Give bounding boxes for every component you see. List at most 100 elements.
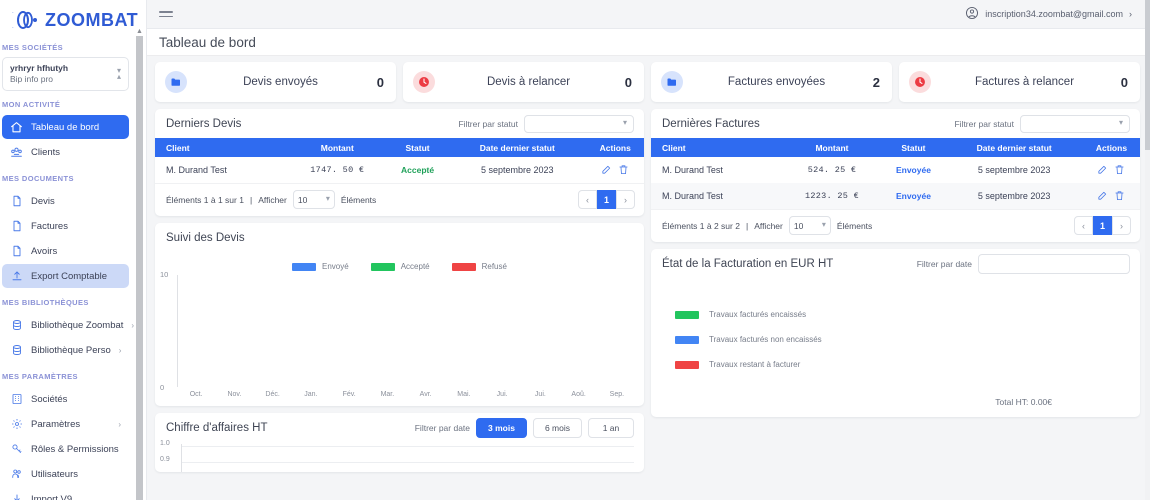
- cell-statut: Accepté: [387, 157, 448, 183]
- devis-status-select[interactable]: ▾: [524, 114, 634, 133]
- y-tick-min: 0: [160, 383, 165, 392]
- account-menu[interactable]: inscription34.zoombat@gmail.com ›: [965, 6, 1132, 22]
- col-statut: Statut: [387, 138, 449, 157]
- sidebar-item-clients[interactable]: Clients: [2, 140, 129, 164]
- range-6-mois[interactable]: 6 mois: [532, 417, 582, 438]
- legend-item-accepte[interactable]: Accepté: [370, 262, 430, 271]
- edit-icon[interactable]: [1097, 190, 1108, 203]
- devis-table: Client Montant Statut Date dernier statu…: [155, 138, 644, 183]
- x-tick: Sep.: [609, 391, 625, 398]
- delete-icon[interactable]: [1114, 190, 1125, 203]
- app-root: ZOOMBAT MES SOCIÉTÉS yrhryr hfhutyh Bip …: [0, 0, 1150, 500]
- upload-icon: [10, 270, 23, 283]
- gridline: [182, 462, 634, 463]
- sidebar-item-label: Bibliothèque Perso: [31, 344, 111, 356]
- filter-label: Filtrer par date: [414, 422, 471, 433]
- delete-icon[interactable]: [618, 164, 629, 177]
- legend-item-refuse[interactable]: Refusé: [451, 262, 507, 271]
- stat-card-factures-a-relancer[interactable]: Factures à relancer 0: [899, 62, 1140, 102]
- y-tick-max: 10: [160, 270, 169, 279]
- clock-icon: [909, 71, 931, 93]
- panel-derniers-devis: Derniers Devis Filtrer par statut ▾ Clie…: [155, 109, 644, 216]
- stat-card-devis-a-relancer[interactable]: Devis à relancer 0: [403, 62, 644, 102]
- x-tick: Mar.: [380, 391, 395, 398]
- table-row[interactable]: M. Durand Test 1747. 50 € Accepté 5 sept…: [155, 157, 644, 183]
- delete-icon[interactable]: [1114, 164, 1125, 177]
- devis-pager: Éléments 1 à 1 sur 1 | Afficher 10 ▾ Élé…: [155, 183, 644, 216]
- legend-item-non-encaisses[interactable]: Travaux facturés non encaissés: [675, 335, 1140, 344]
- pager-prev-button[interactable]: ‹: [1074, 216, 1093, 235]
- main-scrollbar[interactable]: [1145, 0, 1150, 500]
- legend-item-restant[interactable]: Travaux restant à facturer: [675, 360, 1140, 369]
- pager-next-button[interactable]: ›: [616, 190, 635, 209]
- range-3-mois[interactable]: 3 mois: [476, 417, 527, 438]
- col-date: Date dernier statut: [945, 138, 1083, 157]
- account-email: inscription34.zoombat@gmail.com: [985, 9, 1123, 19]
- table-row[interactable]: M. Durand Test 1223. 25 € Envoyée 5 sept…: [651, 183, 1140, 209]
- legend-item-encaisses[interactable]: Travaux facturés encaissés: [675, 310, 1140, 319]
- dashboard-content: Devis envoyés 0 Devis à relancer 0 Factu…: [147, 56, 1150, 472]
- x-tick: Mai.: [457, 391, 471, 398]
- sidebar-scrollbar[interactable]: ▲: [136, 28, 143, 500]
- scroll-up-icon[interactable]: ▲: [136, 28, 143, 35]
- pager-prev-button[interactable]: ‹: [578, 190, 597, 209]
- chevron-right-icon: ›: [118, 419, 121, 429]
- stat-card-factures-envoyees[interactable]: Factures envoyées 2: [651, 62, 892, 102]
- status-badge: Accepté: [401, 165, 435, 175]
- table-row[interactable]: M. Durand Test 524. 25 € Envoyée 5 septe…: [651, 157, 1140, 183]
- chart-legend: Envoyé Accepté Refusé: [155, 252, 644, 275]
- sidebar-item-export-comptable[interactable]: Export Comptable: [2, 264, 129, 288]
- stat-card-devis-envoyes[interactable]: Devis envoyés 0: [155, 62, 396, 102]
- sidebar-item-avoirs[interactable]: Avoirs: [2, 239, 129, 263]
- page-size-select[interactable]: 10 ▾: [292, 190, 335, 209]
- edit-icon[interactable]: [601, 164, 612, 177]
- sidebar-item-bibliotheque-perso[interactable]: Bibliothèque Perso ›: [2, 338, 129, 362]
- panel-etat-facturation: État de la Facturation en EUR HT Filtrer…: [651, 249, 1140, 417]
- cell-client: M. Durand Test: [662, 191, 723, 201]
- sidebar-item-societes[interactable]: Sociétés: [2, 387, 129, 411]
- cell-montant: 524. 25 €: [807, 165, 857, 175]
- chevron-right-icon: ›: [131, 320, 135, 330]
- chevron-updown-icon: ▾: [325, 194, 330, 204]
- page-size-select[interactable]: 10 ▾: [788, 216, 831, 235]
- pager-next-button[interactable]: ›: [1112, 216, 1131, 235]
- panel-suivi-des-devis: Suivi des Devis Envoyé Accepté Refusé 10…: [155, 223, 644, 406]
- legend-label: Travaux restant à facturer: [709, 360, 801, 369]
- sidebar-item-parametres[interactable]: Paramètres ›: [2, 412, 129, 436]
- sidebar-item-label: Utilisateurs: [31, 468, 78, 480]
- legend-item-envoye[interactable]: Envoyé: [292, 262, 349, 271]
- main-area: inscription34.zoombat@gmail.com › Tablea…: [147, 0, 1150, 500]
- sidebar-item-label: Bibliothèque Zoombat: [31, 319, 124, 331]
- pager-show-label: Afficher: [754, 220, 783, 231]
- hamburger-icon[interactable]: [159, 11, 173, 17]
- pager-page-1[interactable]: 1: [1093, 216, 1112, 235]
- sidebar-item-tableau-de-bord[interactable]: Tableau de bord: [2, 115, 129, 139]
- sidebar-item-bibliotheque-zoombat[interactable]: Bibliothèque Zoombat ›: [2, 313, 134, 337]
- building-icon: [10, 393, 23, 406]
- brand[interactable]: ZOOMBAT: [0, 0, 146, 34]
- sidebar-item-factures[interactable]: Factures: [2, 214, 129, 238]
- stat-label: Factures envoyées: [727, 76, 826, 88]
- chevron-updown-icon[interactable]: ▾ ▴: [117, 66, 121, 80]
- sidebar-item-import-v9[interactable]: Import V9: [2, 487, 129, 500]
- scrollbar-thumb[interactable]: [1145, 0, 1150, 150]
- sidebar-item-utilisateurs[interactable]: Utilisateurs: [2, 462, 129, 486]
- date-filter-input[interactable]: [978, 253, 1130, 274]
- sidebar-item-devis[interactable]: Devis: [2, 189, 129, 213]
- cell-date: 5 septembre 2023: [480, 165, 554, 175]
- left-column: Derniers Devis Filtrer par statut ▾ Clie…: [155, 109, 644, 472]
- col-actions: Actions: [1082, 138, 1140, 157]
- company-selector[interactable]: yrhryr hfhutyh Bip info pro ▾ ▴: [2, 57, 129, 91]
- clock-icon: [413, 71, 435, 93]
- x-axis: Oct. Nov. Déc. Jan. Fév. Mar. Avr. Mai. …: [177, 391, 636, 398]
- pager-page-1[interactable]: 1: [597, 190, 616, 209]
- company-subtitle: Bip info pro: [10, 74, 53, 84]
- download-icon: [10, 493, 23, 500]
- sidebar-item-roles-permissions[interactable]: Rôles & Permissions: [2, 437, 129, 461]
- legend-swatch: [292, 262, 317, 271]
- status-badge: Envoyée: [895, 191, 931, 201]
- factures-status-select[interactable]: ▾: [1020, 114, 1130, 133]
- edit-icon[interactable]: [1097, 164, 1108, 177]
- range-1-an[interactable]: 1 an: [588, 417, 634, 438]
- sidebar-item-label: Import V9: [31, 493, 73, 500]
